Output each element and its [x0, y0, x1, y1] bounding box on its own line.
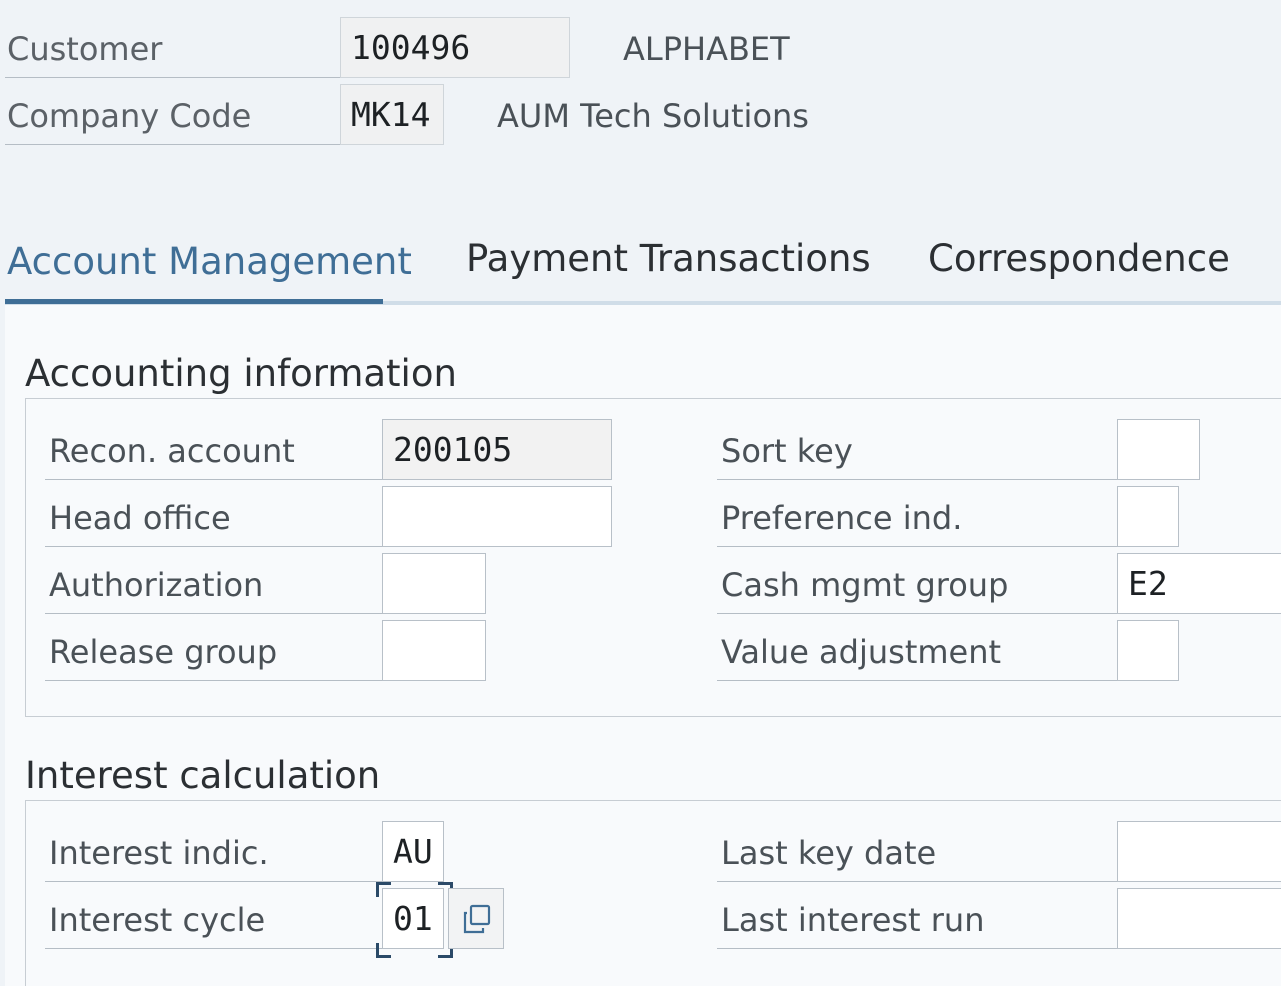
- cash-mgmt-group-label: Cash mgmt group: [721, 566, 1009, 604]
- head-office-label: Head office: [49, 499, 231, 537]
- customer-field[interactable]: 100496: [340, 17, 570, 78]
- preference-ind-field[interactable]: [1117, 486, 1179, 547]
- recon-account-label: Recon. account: [49, 432, 295, 470]
- release-group-underline: [45, 680, 382, 681]
- value-adjustment-field[interactable]: [1117, 620, 1179, 681]
- head-office-underline: [45, 546, 382, 547]
- interest-cycle-label: Interest cycle: [49, 901, 266, 939]
- sort-key-field[interactable]: [1117, 419, 1200, 480]
- cash-mgmt-group-field[interactable]: E2: [1117, 553, 1281, 614]
- customer-label: Customer: [7, 30, 163, 68]
- customer-label-underline: [5, 77, 340, 78]
- authorization-label: Authorization: [49, 566, 264, 604]
- value-adjustment-underline: [717, 680, 1117, 681]
- preference-ind-underline: [717, 546, 1117, 547]
- interest-indic-field[interactable]: AU: [382, 821, 444, 882]
- preference-ind-label: Preference ind.: [721, 499, 963, 537]
- focus-corner-bottom-left: [376, 943, 391, 958]
- company-code-label-underline: [5, 144, 340, 145]
- accounting-information-title: Accounting information: [25, 352, 457, 395]
- interest-calculation-group: [25, 800, 1281, 986]
- last-key-date-underline: [717, 881, 1117, 882]
- interest-cycle-field[interactable]: 01: [382, 888, 444, 949]
- last-key-date-field[interactable]: [1117, 821, 1281, 882]
- interest-indic-underline: [45, 881, 382, 882]
- last-interest-run-field[interactable]: [1117, 888, 1281, 949]
- tab-payment-transactions[interactable]: Payment Transactions: [466, 240, 871, 277]
- focus-corner-top-left: [376, 882, 391, 897]
- recon-account-field[interactable]: 200105: [382, 419, 612, 480]
- sort-key-underline: [717, 479, 1117, 480]
- head-office-field[interactable]: [382, 486, 612, 547]
- authorization-field[interactable]: [382, 553, 486, 614]
- value-adjustment-label: Value adjustment: [721, 633, 1002, 671]
- tab-account-management[interactable]: Account Management: [7, 243, 412, 280]
- tab-correspondence[interactable]: Correspondence: [928, 240, 1230, 277]
- release-group-label: Release group: [49, 633, 278, 671]
- last-interest-run-underline: [717, 948, 1117, 949]
- active-tab-indicator: [5, 299, 383, 304]
- release-group-field[interactable]: [382, 620, 486, 681]
- recon-account-underline: [45, 479, 382, 480]
- interest-cycle-underline: [45, 948, 382, 949]
- cash-mgmt-group-underline: [717, 613, 1117, 614]
- copy-icon: [463, 904, 491, 933]
- last-key-date-label: Last key date: [721, 834, 937, 872]
- sort-key-label: Sort key: [721, 432, 853, 470]
- last-interest-run-label: Last interest run: [721, 901, 985, 939]
- value-help-button[interactable]: [448, 888, 504, 949]
- authorization-underline: [45, 613, 382, 614]
- company-code-name: AUM Tech Solutions: [497, 97, 809, 135]
- customer-name: ALPHABET: [623, 30, 790, 68]
- company-code-label: Company Code: [7, 97, 252, 135]
- interest-calculation-title: Interest calculation: [25, 754, 381, 797]
- interest-indic-label: Interest indic.: [49, 834, 269, 872]
- company-code-field[interactable]: MK14: [340, 84, 444, 145]
